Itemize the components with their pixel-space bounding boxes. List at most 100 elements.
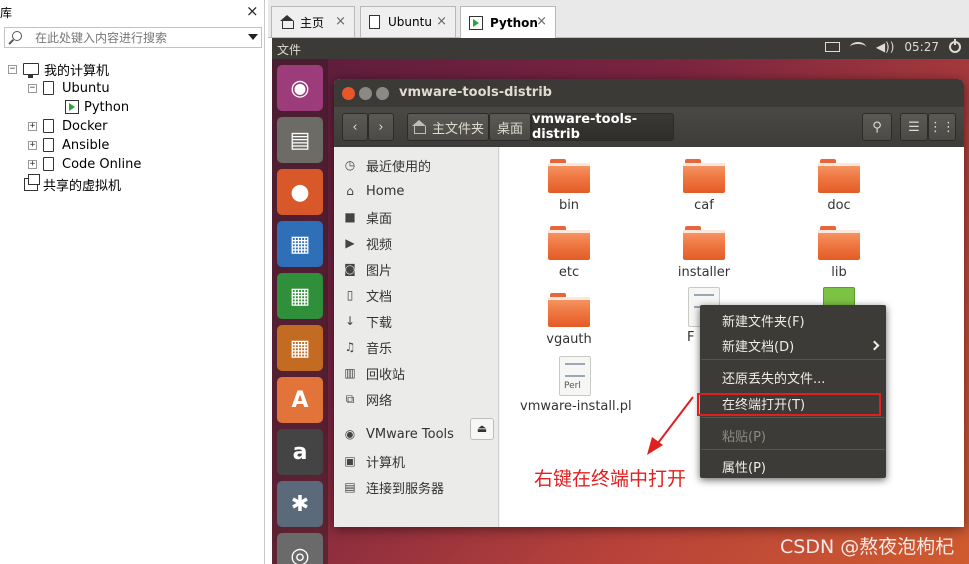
sidebar-item-home[interactable]: ⌂ Home [342,181,404,201]
software-center-icon[interactable]: A [277,377,323,423]
list-view-button[interactable]: ☰ [900,113,928,141]
writer-icon-glyph: ▦ [289,231,311,257]
volume-icon[interactable]: ◀)) [876,40,895,54]
file-item-doc[interactable]: doc [784,159,894,213]
sidebar-item-recent[interactable]: ◷ 最近使用的 [342,155,431,175]
ubuntu-launcher: ◉ ▤ ● ▦ ▦ ▦ Aa ✱ ◎ [272,59,328,564]
breadcrumb-desktop[interactable]: 桌面 [489,113,531,141]
writer-icon[interactable]: ▦ [277,221,323,267]
calc-icon[interactable]: ▦ [277,273,323,319]
vm-display[interactable]: 文件 ◀)) 05:27 ◉ ▤ ● ▦ ▦ ▦ Aa ✱ ◎ vmware-tools-dis… [272,38,969,564]
menu-file[interactable]: 文件 [277,41,301,58]
menu-item-new-folder[interactable]: 新建文件夹(F) [722,310,805,330]
document-icon: ▯ [346,288,354,302]
keyboard-icon[interactable] [824,42,840,52]
tree-item-ubuntu[interactable]: − Ubuntu [28,79,110,97]
file-item-installer[interactable]: installer [649,226,759,280]
forward-button[interactable]: › [368,113,394,141]
library-search-box[interactable] [4,27,262,48]
amazon-icon-glyph: a [292,439,308,465]
sidebar-item-trash[interactable]: ▥ 回收站 [342,363,405,383]
library-panel: 库 × − 我的计算机 − Ubuntu Python + Docker + [0,0,265,564]
grid-view-button[interactable]: ⋮⋮ [928,113,956,141]
sidebar-item-network[interactable]: ⧉ 网络 [342,389,392,409]
tab-python[interactable]: Python × [460,6,556,39]
clock[interactable]: 05:27 [904,40,939,54]
settings-icon[interactable]: ✱ [277,481,323,527]
files-icon[interactable]: ▤ [277,117,323,163]
file-item-vgauth[interactable]: vgauth [514,293,624,347]
tab-home[interactable]: 主页 × [271,6,355,37]
impress-icon[interactable]: ▦ [277,325,323,371]
power-icon[interactable] [949,39,961,53]
menu-item-restore-missing[interactable]: 还原丢失的文件... [722,367,825,387]
chevron-right-icon [869,340,880,351]
sidebar-item-desktop[interactable]: ■ 桌面 [342,207,392,227]
sidebar-item-documents[interactable]: ▯ 文档 [342,285,392,305]
network-icon[interactable] [849,42,866,52]
tree-item-shared-vms[interactable]: 共享的虚拟机 [24,173,121,194]
sidebar-item-downloads[interactable]: ↓ 下载 [342,311,392,331]
amazon-icon[interactable]: a [277,429,323,475]
close-icon[interactable]: × [335,14,346,29]
breadcrumb-label: vmware-tools-distrib [532,112,638,142]
expand-icon[interactable]: + [28,140,37,150]
search-button[interactable]: ⚲ [862,113,892,141]
sidebar-item-label: 音乐 [366,341,393,357]
expand-icon[interactable]: + [28,121,37,131]
file-item-bin[interactable]: bin [514,159,624,213]
collapse-icon[interactable]: − [8,64,17,74]
menu-item-properties[interactable]: 属性(P) [722,456,766,476]
software-center-icon-glyph: A [291,387,309,413]
tree-item-ansible[interactable]: + Ansible [28,136,109,154]
firefox-icon[interactable]: ● [277,169,323,215]
menu-divider [701,359,885,360]
folder-icon [683,159,725,195]
minimize-window-icon[interactable] [359,87,372,100]
tree-item-docker[interactable]: + Docker [28,117,108,135]
menu-item-new-document[interactable]: 新建文档(D) [722,335,794,355]
close-icon[interactable]: × [436,14,447,29]
sidebar-item-vmware-tools[interactable]: ◉ VMware Tools [342,424,454,444]
sidebar-item-label: VMware Tools [366,426,454,442]
sidebar-item-music[interactable]: ♫ 音乐 [342,337,392,357]
chevron-down-icon[interactable] [248,34,258,40]
file-item-caf[interactable]: caf [649,159,759,213]
sidebar-item-videos[interactable]: ▶ 视频 [342,233,392,253]
collapse-icon[interactable]: − [28,83,37,93]
file-name: installer [677,265,731,280]
close-icon[interactable]: × [536,14,547,29]
ubuntu-dash-icon[interactable]: ◉ [277,65,323,111]
library-search-input[interactable] [35,29,235,46]
close-icon[interactable]: × [246,2,259,20]
tree-item-label: Ubuntu [62,80,110,96]
context-menu: 新建文件夹(F) 新建文档(D) 还原丢失的文件... 在终端打开(T) 粘贴(… [700,305,886,478]
home-icon [411,120,426,134]
window-titlebar[interactable]: vmware-tools-distrib [334,79,964,107]
back-button[interactable]: ‹ [342,113,368,141]
sidebar-item-pictures[interactable]: ◙ 图片 [342,259,392,279]
close-window-icon[interactable] [342,87,355,100]
tab-label: Python [490,16,538,30]
file-item-etc[interactable]: etc [514,226,624,280]
expand-icon[interactable]: + [28,159,37,169]
tree-item-code-online[interactable]: + Code Online [28,155,141,173]
tree-item-python[interactable]: Python [65,98,130,116]
dvd-icon[interactable]: ◎ [277,533,323,564]
sidebar-item-connect-server[interactable]: ▤ 连接到服务器 [342,477,444,497]
breadcrumb-home[interactable]: 主文件夹 [407,113,489,141]
places-sidebar: ◷ 最近使用的 ⌂ Home ■ 桌面 ▶ 视频 ◙ 图片 ▯ 文档 ↓ 下载 … [334,147,499,527]
file-name: doc [827,198,851,213]
file-item-lib[interactable]: lib [784,226,894,280]
search-icon: ⚲ [872,119,882,135]
sidebar-item-computer[interactable]: ▣ 计算机 [342,451,405,471]
maximize-window-icon[interactable] [376,87,389,100]
vm-icon [43,157,54,171]
tab-label: Ubuntu [388,15,432,29]
clock-icon: ◷ [344,158,356,172]
breadcrumb-current[interactable]: vmware-tools-distrib [531,112,674,142]
tree-item-my-computer[interactable]: − 我的计算机 [8,60,109,79]
tab-ubuntu[interactable]: Ubuntu × [360,6,456,37]
eject-button[interactable]: ⏏ [470,418,494,440]
file-item-install-pl[interactable]: Perl vmware-install.pl [520,356,632,414]
